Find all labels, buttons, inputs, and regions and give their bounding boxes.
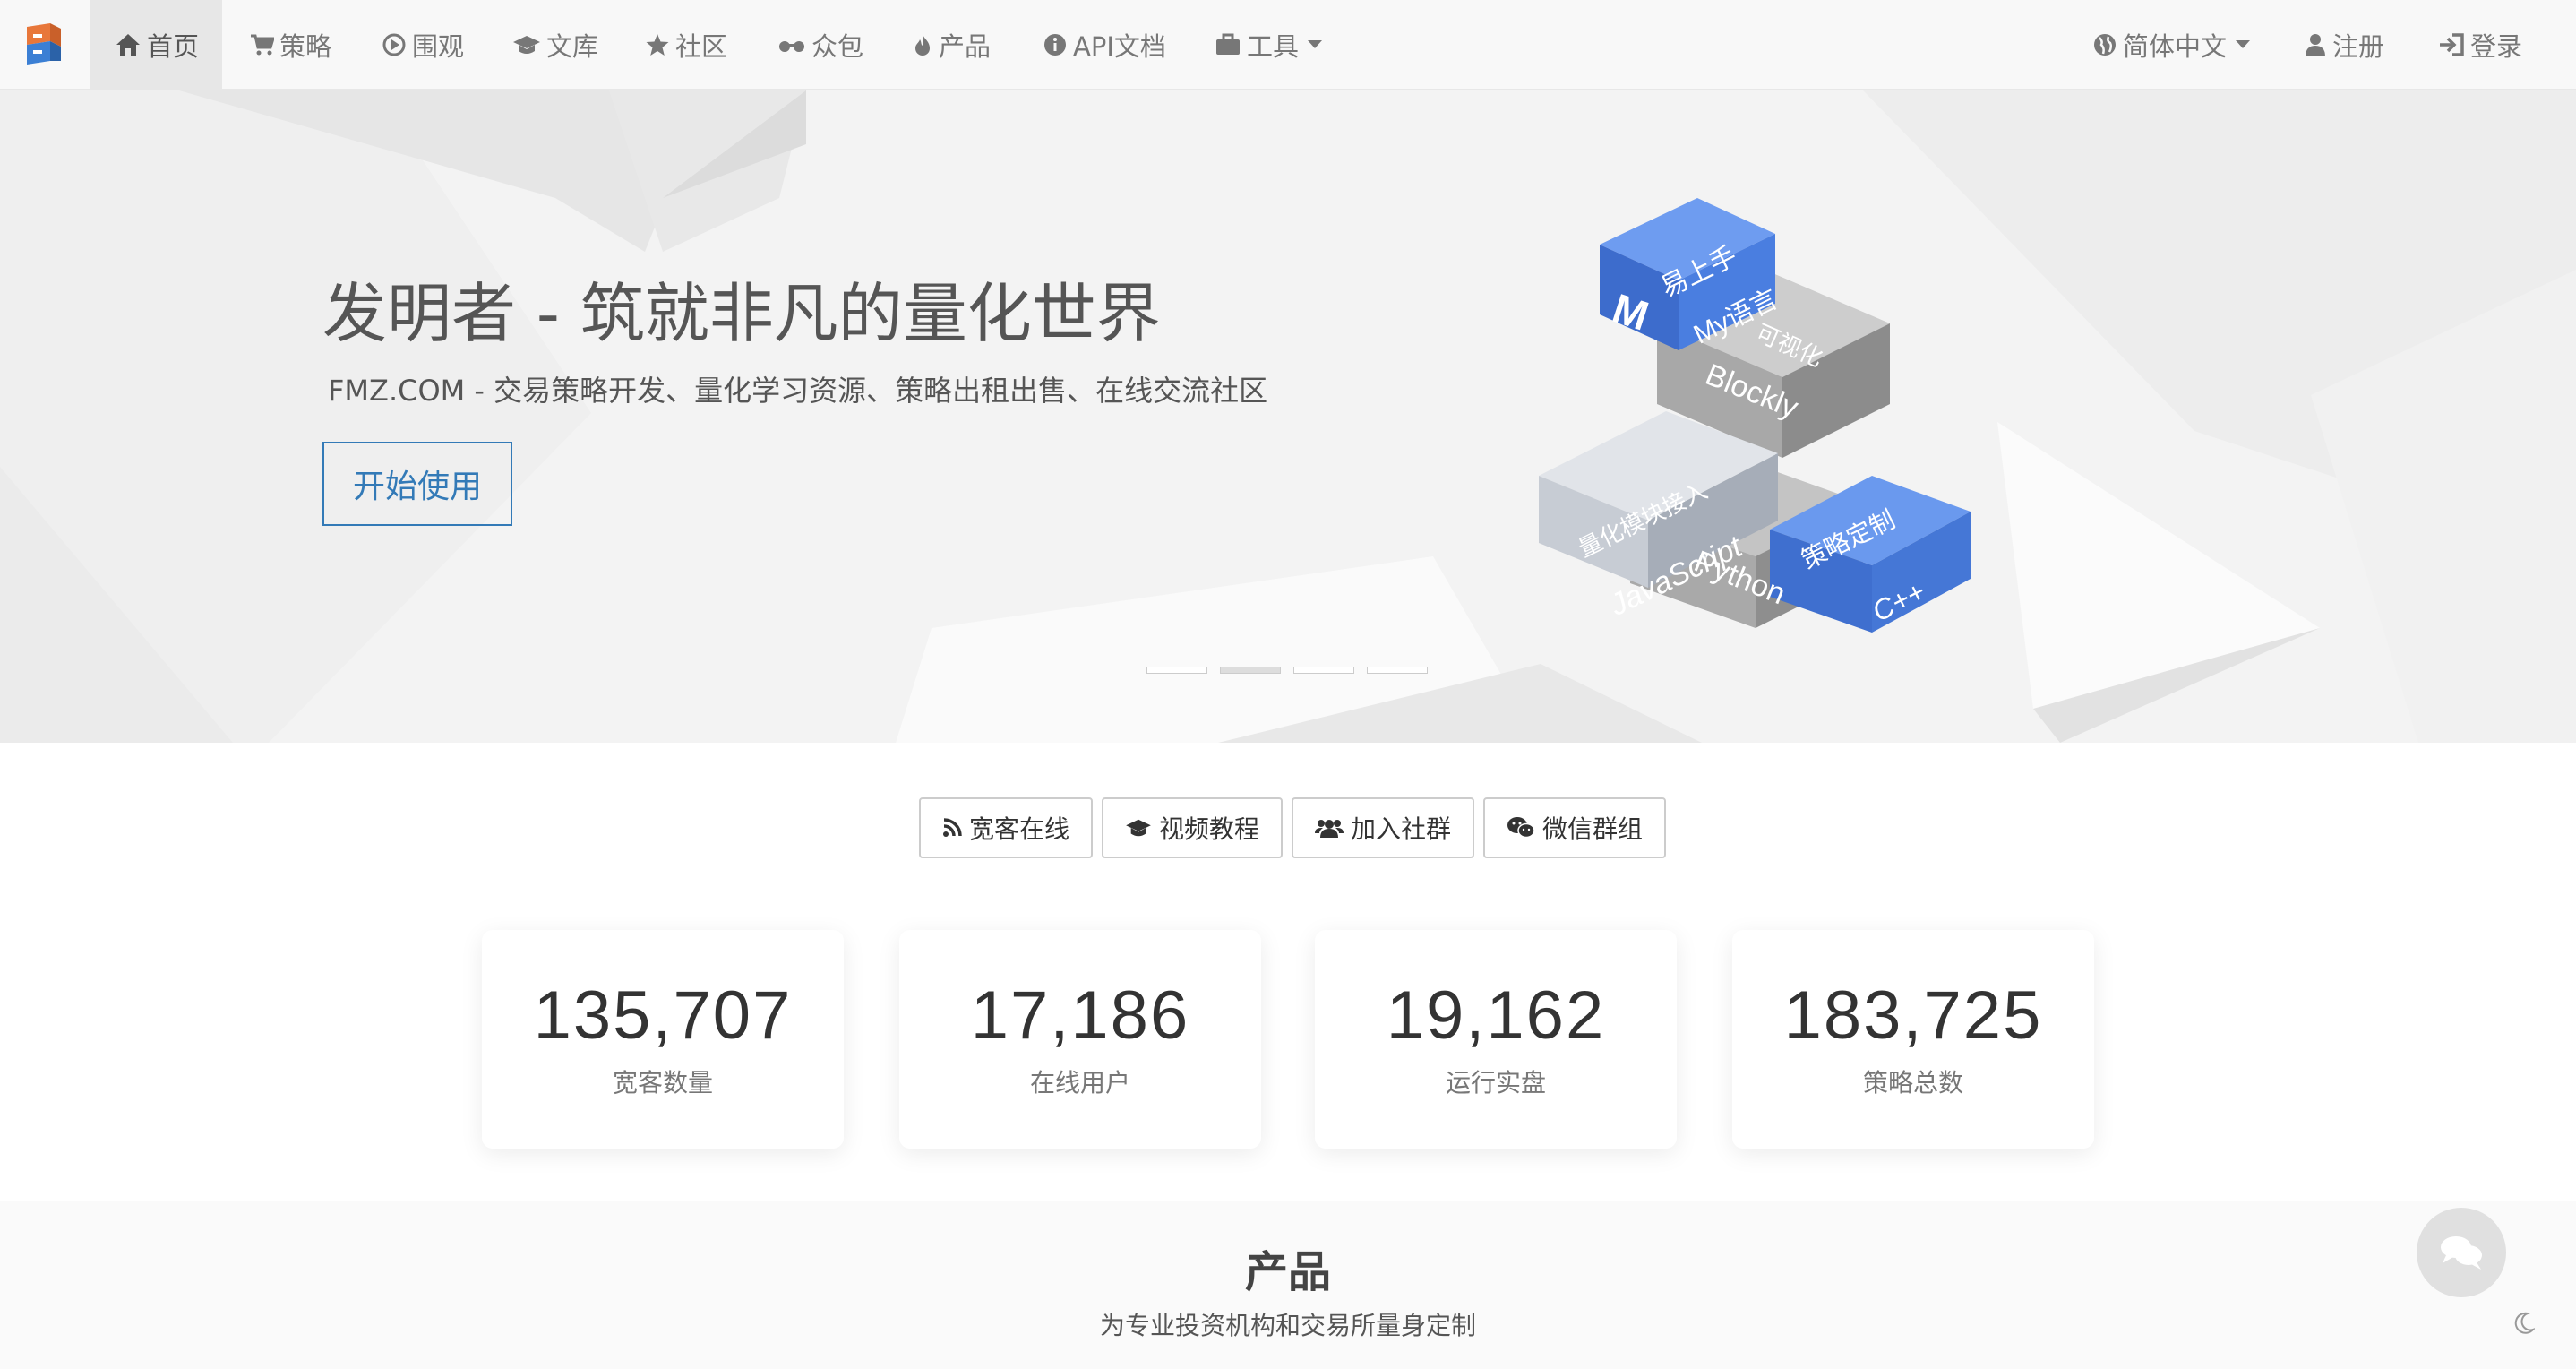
stat-label: 策略总数 [1862, 1068, 1963, 1098]
carousel-dot[interactable] [1220, 667, 1281, 674]
hero-carousel: 发明者 - 筑就非凡的量化世界 FMZ.COM - 交易策略开发、量化学习资源、… [0, 90, 2576, 743]
info-icon [1044, 33, 1066, 56]
play-circle-icon [382, 33, 406, 56]
hero-title: 发明者 - 筑就非凡的量化世界 [322, 276, 1161, 351]
wechat-group-button[interactable]: 微信群组 [1483, 797, 1667, 858]
video-tutorial-button[interactable]: 视频教程 [1102, 797, 1284, 858]
nav-strategy[interactable]: 策略 [249, 0, 331, 89]
stat-card-strategies: 183,725 策略总数 [1732, 930, 2094, 1149]
carousel-indicators [1146, 667, 1428, 674]
top-navbar: 首页 策略 围观 文库 社区 众包 产品 API文档 工具 简体中文 注册 登录 [0, 0, 2576, 90]
stat-card-live-bots: 19,162 运行实盘 [1315, 930, 1677, 1149]
products-title: 产品 [1244, 1247, 1331, 1297]
nav-products-label: 产品 [939, 30, 992, 62]
stat-value: 19,162 [1386, 977, 1606, 1054]
login-icon [2440, 32, 2464, 56]
carousel-dot[interactable] [1293, 667, 1354, 674]
chat-button[interactable] [2417, 1208, 2506, 1297]
get-started-button[interactable]: 开始使用 [322, 442, 512, 526]
briefcase-icon [1216, 33, 1240, 55]
language-label: 简体中文 [2123, 30, 2228, 62]
join-community-label: 加入社群 [1351, 814, 1452, 844]
quants-online-label: 宽客在线 [969, 814, 1070, 844]
chevron-down-icon [2236, 40, 2251, 48]
nav-tools-dropdown[interactable]: 工具 [1215, 0, 1323, 89]
nav-library[interactable]: 文库 [512, 0, 598, 89]
nav-home[interactable]: 首页 [90, 0, 222, 89]
globe-icon [2094, 33, 2116, 56]
login-label: 登录 [2470, 30, 2523, 62]
products-section: 产品 为专业投资机构和交易所量身定制 [0, 1201, 2576, 1369]
quick-links-group: 宽客在线 视频教程 加入社群 微信群组 [919, 797, 1667, 858]
rss-icon [943, 818, 962, 837]
fire-icon [915, 33, 930, 56]
graduation-cap-icon [1126, 819, 1151, 837]
language-dropdown[interactable]: 简体中文 [2092, 0, 2251, 89]
stat-card-quants: 135,707 宽客数量 [482, 930, 844, 1149]
chat-bubbles-icon [2441, 1236, 2482, 1270]
video-tutorial-label: 视频教程 [1159, 814, 1260, 844]
stat-value: 183,725 [1783, 977, 2043, 1054]
stat-value: 17,186 [970, 977, 1190, 1054]
products-subtitle: 为专业投资机构和交易所量身定制 [1099, 1311, 1476, 1340]
cart-icon [251, 34, 274, 55]
stat-value: 135,707 [533, 977, 793, 1054]
glasses-icon [779, 40, 804, 52]
quants-online-button[interactable]: 宽客在线 [919, 797, 1094, 858]
stat-label: 运行实盘 [1445, 1068, 1546, 1098]
moon-icon[interactable] [2513, 1312, 2535, 1335]
wechat-icon [1507, 817, 1535, 839]
feature-blocks-illustration: M 易上手 My语言 可视化 Blockly 量化模块接入 JavaScript… [1539, 198, 1971, 633]
users-icon [1315, 820, 1344, 838]
nav-crowdsource[interactable]: 众包 [777, 0, 863, 89]
nav-strategy-label: 策略 [279, 30, 332, 62]
star-icon [646, 33, 669, 56]
home-icon [116, 33, 140, 56]
register-link[interactable]: 注册 [2304, 0, 2384, 89]
nav-tools-label: 工具 [1247, 30, 1300, 62]
hero-subtitle: FMZ.COM - 交易策略开发、量化学习资源、策略出租出售、在线交流社区 [328, 374, 1268, 408]
user-icon [2306, 33, 2325, 56]
nav-home-label: 首页 [147, 30, 200, 62]
nav-community-label: 社区 [675, 30, 728, 62]
nav-api-docs-label: API文档 [1073, 30, 1166, 62]
register-label: 注册 [2332, 30, 2385, 62]
chevron-down-icon [1308, 40, 1323, 48]
stat-card-online-users: 17,186 在线用户 [899, 930, 1261, 1149]
nav-community[interactable]: 社区 [645, 0, 727, 89]
nav-library-label: 文库 [546, 30, 599, 62]
graduation-cap-icon [513, 35, 540, 54]
nav-watch[interactable]: 围观 [382, 0, 464, 89]
nav-watch-label: 围观 [412, 30, 465, 62]
nav-crowdsource-label: 众包 [811, 30, 864, 62]
stat-label: 在线用户 [1029, 1068, 1130, 1098]
login-link[interactable]: 登录 [2438, 0, 2522, 89]
nav-products[interactable]: 产品 [912, 0, 991, 89]
nav-api-docs[interactable]: API文档 [1043, 0, 1166, 89]
stat-label: 宽客数量 [612, 1068, 713, 1098]
carousel-dot[interactable] [1367, 667, 1428, 674]
carousel-dot[interactable] [1146, 667, 1207, 674]
join-community-button[interactable]: 加入社群 [1292, 797, 1475, 858]
fmz-logo-icon[interactable] [23, 22, 64, 66]
wechat-group-label: 微信群组 [1542, 814, 1644, 844]
hero-background-shapes [0, 90, 2576, 743]
